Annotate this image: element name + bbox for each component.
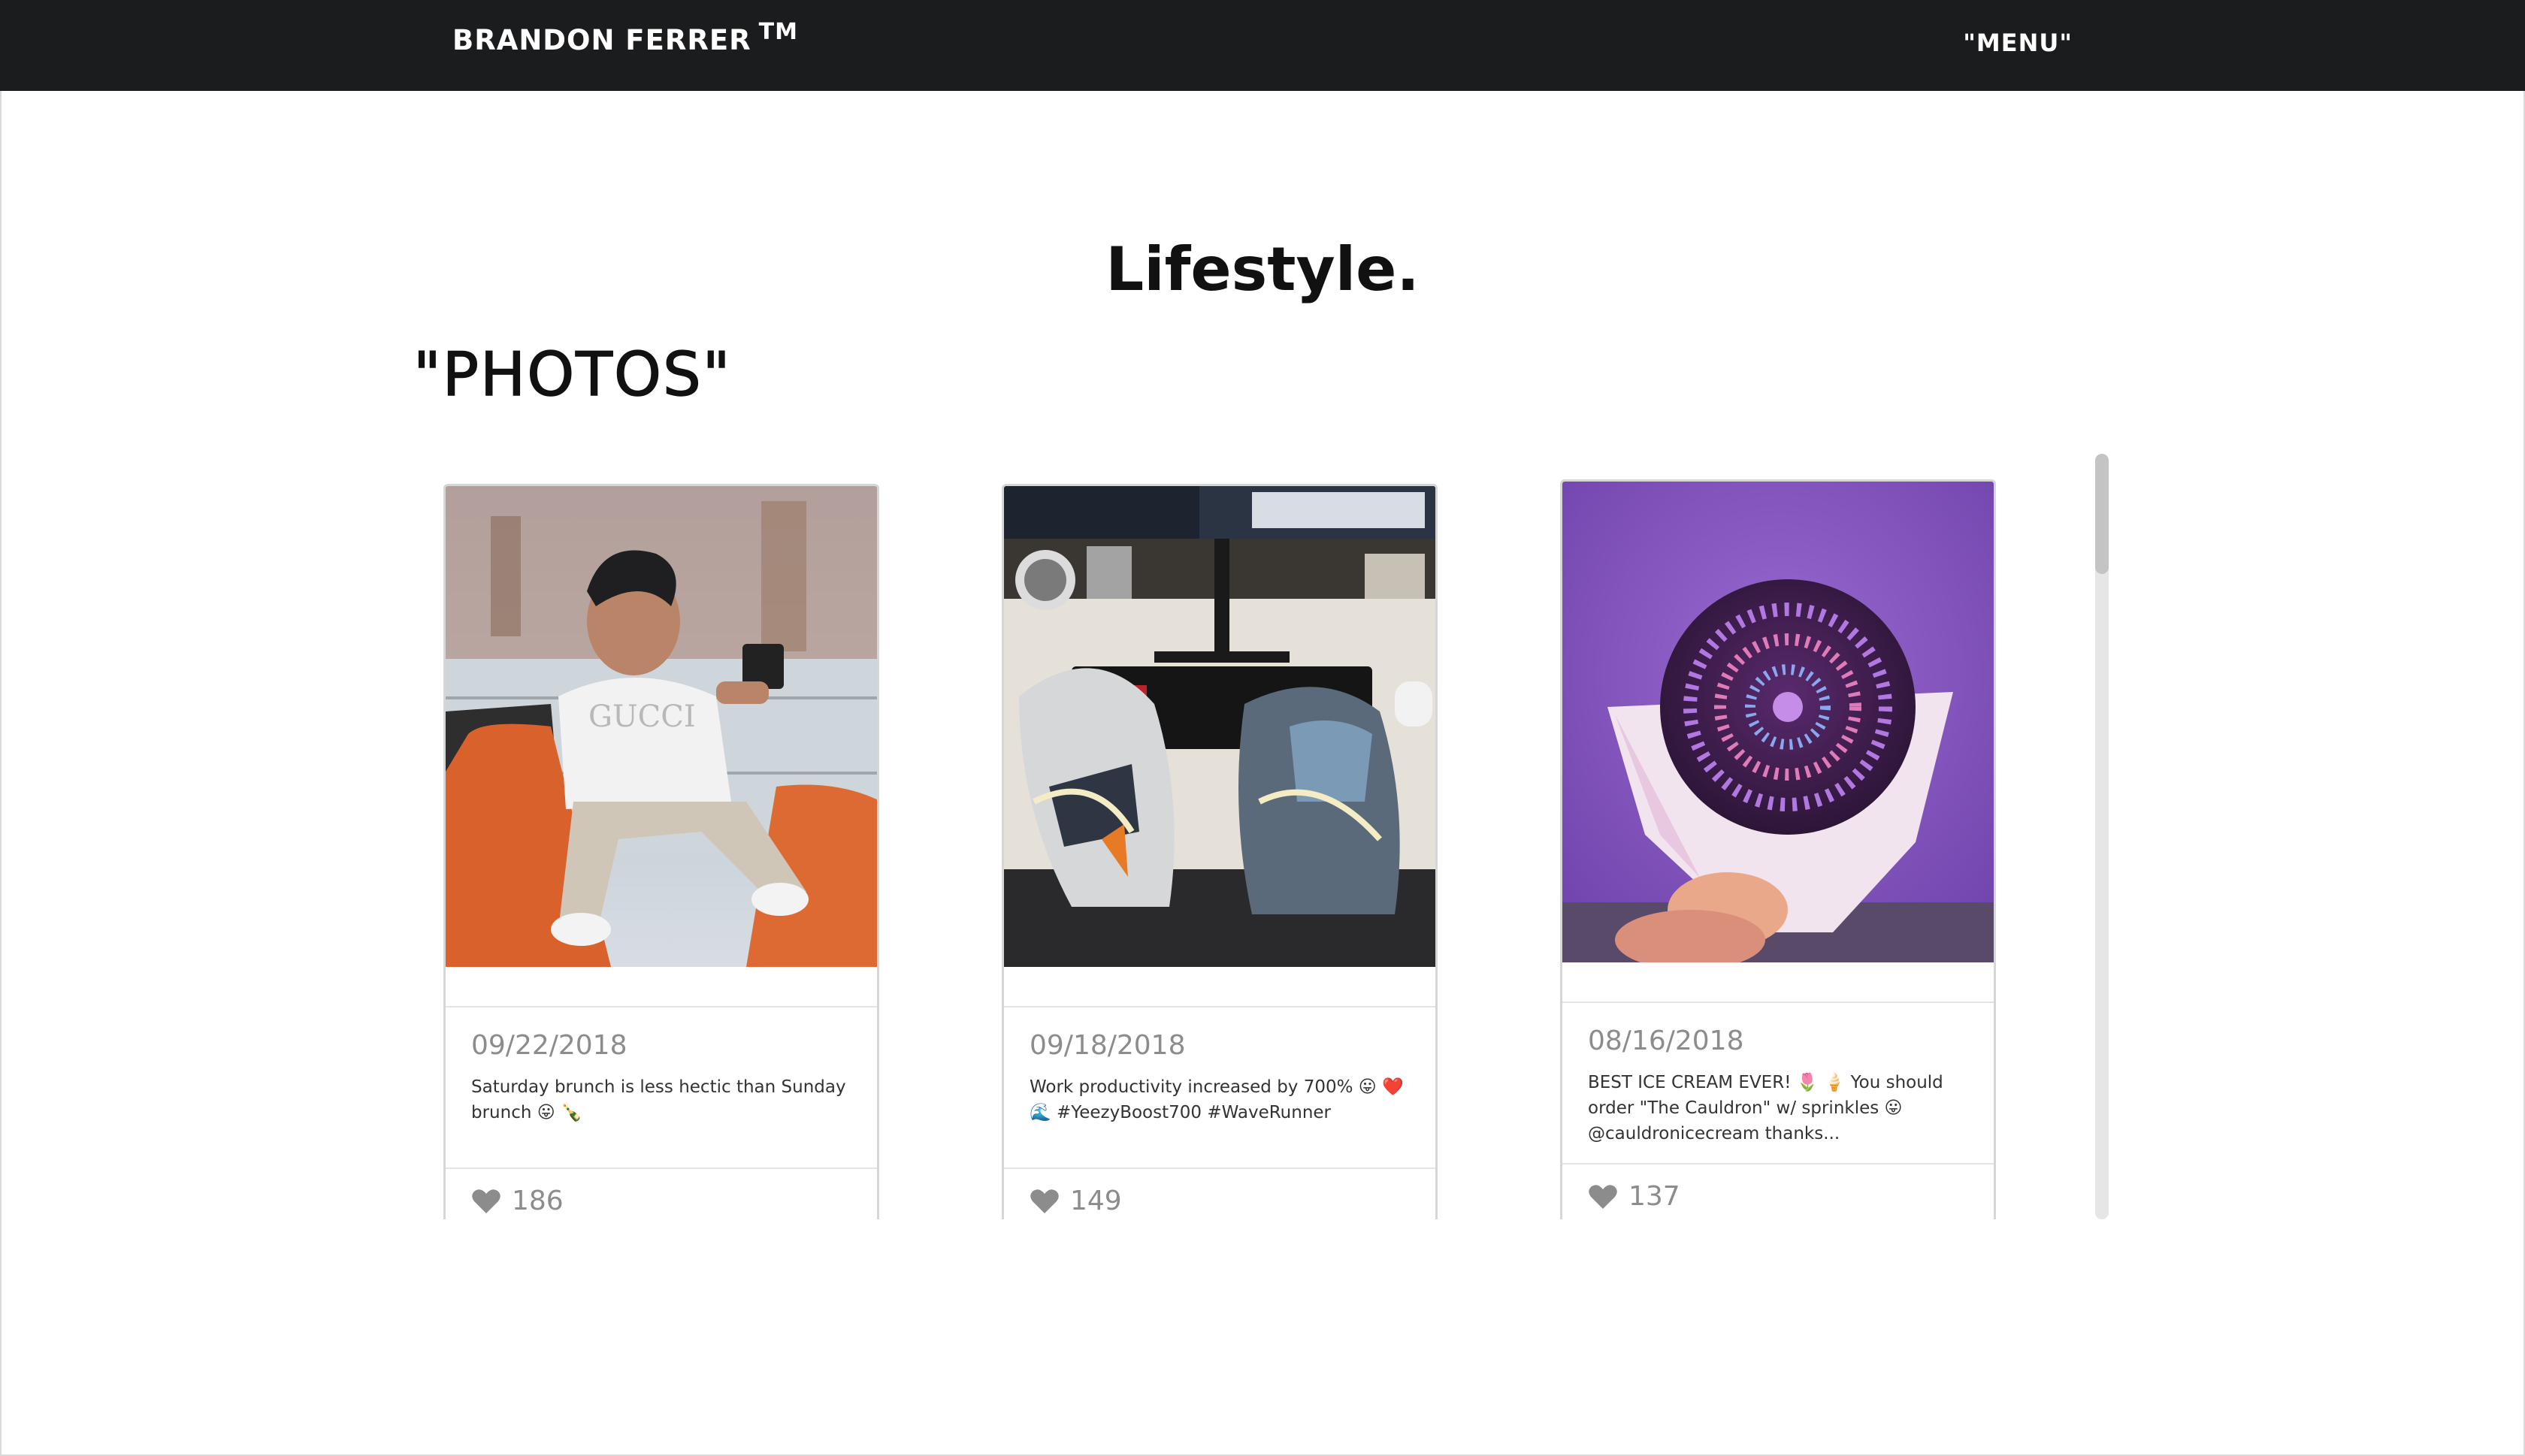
photo-card[interactable]: 09/18/2018 Work productivity increased b… [1002,484,1438,1219]
post-caption: Work productivity increased by 700% 😛 ❤️… [1030,1077,1404,1122]
navbar: BRANDON FERRER TM "MENU" [0,0,2525,91]
like-count: 149 [1070,1186,1122,1216]
card-divider [446,967,877,1007]
svg-text:GUCCI: GUCCI [588,699,696,734]
photo-card[interactable]: 08/16/2018 BEST ICE CREAM EVER! 🌷 🍦 You … [1560,479,1996,1219]
section-subtitle: "PHOTOS" [413,339,732,410]
brand-logo-link[interactable]: BRANDON FERRER TM [452,19,798,56]
card-footer: 149 [1004,1169,1435,1219]
photo-card[interactable]: GUCCI 09/22/2018 Saturday brunch is less… [443,484,879,1219]
post-date: 09/18/2018 [1030,1030,1186,1061]
card-footer: 186 [446,1169,877,1219]
brand-name: BRANDON FERRER [452,24,751,56]
heart-icon[interactable] [471,1188,501,1215]
page-title: Lifestyle. [1105,234,1420,304]
gallery-scrollbar-thumb[interactable] [2095,454,2109,574]
photo-gallery[interactable]: GUCCI 09/22/2018 Saturday brunch is less… [421,451,2109,1219]
sneakers-on-desk-photo[interactable] [1004,486,1435,967]
card-body: 09/22/2018 Saturday brunch is less hecti… [446,1007,877,1169]
trademark-mark: TM [758,19,798,45]
post-caption: Saturday brunch is less hectic than Sund… [471,1077,846,1122]
card-body: 09/18/2018 Work productivity increased b… [1004,1007,1435,1169]
card-divider [1562,962,1994,1003]
like-count: 137 [1628,1181,1680,1212]
menu-button[interactable]: "MENU" [1963,29,2073,57]
photo-illustration [1562,482,1994,962]
ice-cream-cone-photo[interactable] [1562,482,1994,962]
heart-icon[interactable] [1030,1188,1060,1215]
photo-illustration: GUCCI [446,486,877,967]
card-divider [1004,967,1435,1007]
post-date: 08/16/2018 [1588,1026,1744,1056]
post-date: 09/22/2018 [471,1030,627,1061]
post-caption: BEST ICE CREAM EVER! 🌷 🍦 You should orde… [1588,1073,1943,1143]
photo-illustration [1004,486,1435,967]
like-count: 186 [512,1186,564,1216]
man-on-balcony-photo[interactable]: GUCCI [446,486,877,967]
card-body: 08/16/2018 BEST ICE CREAM EVER! 🌷 🍦 You … [1562,1003,1994,1164]
heart-icon[interactable] [1588,1183,1618,1210]
card-footer: 137 [1562,1164,1994,1219]
